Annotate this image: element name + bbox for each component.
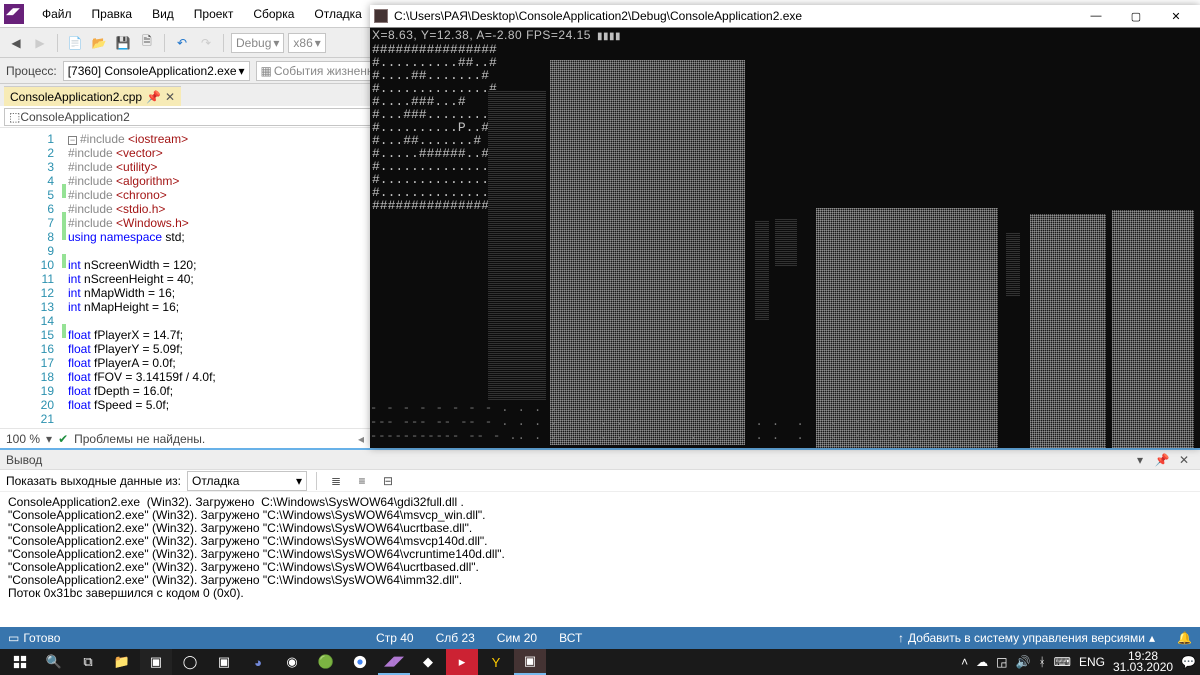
- raycast-scene: - - - - - - - - . . . . . . . . . --- --…: [370, 50, 1200, 446]
- task-view-icon[interactable]: ⧉: [72, 649, 104, 675]
- start-button[interactable]: [4, 649, 36, 675]
- vs-status-bar: ▭ Готово Стр 40 Слб 23 Сим 20 ВСТ ↑ Доба…: [0, 627, 1200, 649]
- notifications-tray-icon[interactable]: 💬: [1181, 655, 1196, 669]
- status-ins: ВСТ: [559, 631, 582, 645]
- app-red-icon[interactable]: ▸: [446, 649, 478, 675]
- menu-Правка[interactable]: Правка: [82, 3, 143, 25]
- wifi-icon[interactable]: ◲: [996, 655, 1007, 669]
- notifications-icon[interactable]: 🔔: [1177, 631, 1192, 645]
- menu-Файл[interactable]: Файл: [32, 3, 82, 25]
- terminal-icon[interactable]: ▣: [140, 649, 172, 675]
- undo-icon[interactable]: ↶: [172, 33, 192, 53]
- status-line: Стр 40: [376, 631, 414, 645]
- windows-terminal-icon[interactable]: ▣: [208, 649, 240, 675]
- sound-icon[interactable]: 🔊: [1015, 655, 1030, 669]
- console-title-bar[interactable]: C:\Users\РАЯ\Desktop\ConsoleApplication2…: [370, 5, 1200, 28]
- tab-close-icon[interactable]: ✕: [165, 90, 175, 104]
- output-opt-icon[interactable]: ⊟: [378, 471, 398, 491]
- nav-back-icon[interactable]: ◀: [6, 33, 26, 53]
- tray-up-icon[interactable]: ˄: [961, 655, 968, 669]
- console-icon: [374, 9, 388, 23]
- output-title-bar: Вывод ▾ 📌 ✕: [0, 450, 1200, 470]
- visual-studio-icon[interactable]: ◢◤: [378, 649, 410, 675]
- chrome-icon[interactable]: [344, 649, 376, 675]
- system-tray[interactable]: ˄ ☁ ◲ 🔊 ᚼ ⌨ ENG 19:2831.03.2020 💬: [961, 651, 1196, 673]
- vcs-add-button[interactable]: ↑ Добавить в систему управления версиями…: [898, 631, 1155, 645]
- redo-icon[interactable]: ↷: [196, 33, 216, 53]
- menu-Отладка[interactable]: Отладка: [304, 3, 371, 25]
- code-editor[interactable]: 12345678910111213141516171819202122 −#in…: [0, 128, 370, 428]
- ok-icon: ✔: [58, 432, 68, 446]
- save-all-icon[interactable]: 🗎: [137, 33, 157, 53]
- tab-label: ConsoleApplication2.cpp: [10, 90, 142, 104]
- windows-activation-watermark: Активация Windows Чтобы активировать Win…: [945, 608, 1186, 621]
- document-tab[interactable]: ConsoleApplication2.cpp 📌 ✕: [4, 86, 181, 106]
- platform-combo[interactable]: x86▾: [288, 33, 325, 53]
- console-title-text: C:\Users\РАЯ\Desktop\ConsoleApplication2…: [394, 9, 802, 23]
- panel-pin-icon[interactable]: 📌: [1152, 450, 1172, 470]
- windows-taskbar: 🔍 ⧉ 📁 ▣ ◯ ▣ ◕ ◉ 🟢 ◢◤ ◆ ▸ Y ▣ ˄ ☁ ◲ 🔊 ᚼ ⌨…: [0, 649, 1200, 675]
- menu-Проект[interactable]: Проект: [184, 3, 244, 25]
- code-body[interactable]: −#include <iostream>#include <vector>#in…: [68, 128, 370, 428]
- keyboard-icon[interactable]: ⌨: [1054, 655, 1071, 669]
- vs-logo-icon: [4, 4, 24, 24]
- onedrive-icon[interactable]: ☁: [976, 655, 988, 669]
- superposition-icon[interactable]: ◆: [412, 649, 444, 675]
- bluetooth-icon[interactable]: ᚼ: [1038, 655, 1045, 669]
- menu-Вид[interactable]: Вид: [142, 3, 184, 25]
- output-src-combo[interactable]: Отладка▾: [187, 471, 307, 491]
- console-info-line: X=8.63, Y=12.38, A=-2.80 FPS=24.15: [372, 28, 591, 42]
- explorer-icon[interactable]: 📁: [106, 649, 138, 675]
- menu-Сборка[interactable]: Сборка: [243, 3, 304, 25]
- clock[interactable]: 19:2831.03.2020: [1113, 651, 1173, 673]
- line-gutter: 12345678910111213141516171819202122: [0, 128, 60, 428]
- ready-indicator: ▭ Готово: [8, 631, 60, 645]
- status-col: Слб 23: [436, 631, 475, 645]
- nav-fwd-icon[interactable]: ▶: [30, 33, 50, 53]
- new-file-icon[interactable]: 📄: [65, 33, 85, 53]
- output-panel: Вывод ▾ 📌 ✕ Показать выходные данные из:…: [0, 448, 1200, 627]
- panel-dropdown-icon[interactable]: ▾: [1130, 450, 1150, 470]
- search-icon[interactable]: 🔍: [38, 649, 70, 675]
- edge-icon[interactable]: 🟢: [310, 649, 342, 675]
- config-combo[interactable]: Debug▾: [231, 33, 284, 53]
- obs-icon[interactable]: ◯: [174, 649, 206, 675]
- pin-icon[interactable]: 📌: [146, 90, 161, 104]
- zoom-level[interactable]: 100 %: [6, 432, 40, 446]
- status-ch: Сим 20: [497, 631, 537, 645]
- close-button[interactable]: ✕: [1156, 5, 1196, 27]
- output-body[interactable]: ConsoleApplication2.exe (Win32). Загруже…: [0, 492, 1200, 627]
- change-marks: [60, 128, 68, 428]
- editor-status-bar: 100 % ▾ ✔ Проблемы не найдены. ◂: [0, 428, 370, 448]
- discord-icon[interactable]: ◕: [242, 649, 274, 675]
- output-toolbar: Показать выходные данные из: Отладка▾ ≣ …: [0, 470, 1200, 492]
- maximize-button[interactable]: ▢: [1116, 5, 1156, 27]
- minimize-button[interactable]: —: [1076, 5, 1116, 27]
- console-window: C:\Users\РАЯ\Desktop\ConsoleApplication2…: [370, 5, 1200, 448]
- steam-icon[interactable]: ◉: [276, 649, 308, 675]
- problems-text: Проблемы не найдены.: [74, 432, 205, 446]
- toggle-wrap-icon[interactable]: ≡: [352, 471, 372, 491]
- open-icon[interactable]: 📂: [89, 33, 109, 53]
- console-body: X=8.63, Y=12.38, A=-2.80 FPS=24.15▮▮▮▮ #…: [370, 28, 1200, 448]
- save-icon[interactable]: 💾: [113, 33, 133, 53]
- yandex-icon[interactable]: Y: [480, 649, 512, 675]
- output-src-label: Показать выходные данные из:: [6, 474, 181, 488]
- output-title: Вывод: [6, 453, 42, 467]
- process-combo[interactable]: [7360] ConsoleApplication2.exe▾: [63, 61, 250, 81]
- console-app-icon[interactable]: ▣: [514, 649, 546, 675]
- panel-close-icon[interactable]: ✕: [1174, 450, 1194, 470]
- process-label: Процесс:: [6, 64, 57, 78]
- language-indicator[interactable]: ENG: [1079, 655, 1105, 669]
- clear-output-icon[interactable]: ≣: [326, 471, 346, 491]
